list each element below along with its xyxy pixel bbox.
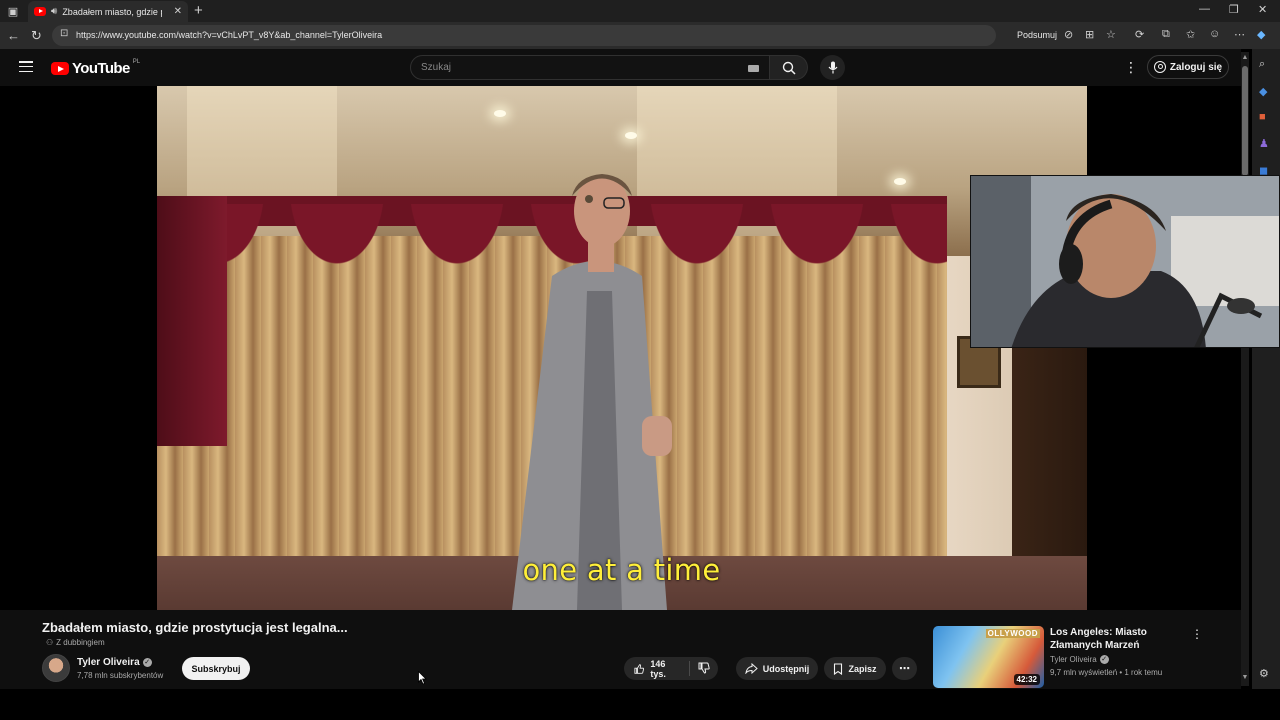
save-button[interactable]: Zapisz — [824, 657, 886, 680]
browser-tab-bar: ▣ 🔊︎ Zbadałem miasto, gdzie prostytucja … — [0, 0, 1280, 22]
sidebar-settings-icon[interactable]: ⚙ — [1259, 667, 1269, 680]
settings-menu-icon[interactable]: ⋮ — [1124, 59, 1138, 76]
url-text[interactable]: https://www.youtube.com/watch?v=vChLvPT_… — [76, 30, 382, 40]
recommended-meta: 9,7 mln wyświetleń • 1 rok temu — [1050, 668, 1163, 677]
search-button[interactable] — [770, 55, 808, 80]
youtube-logo[interactable]: YouTube PL — [51, 59, 140, 77]
tracking-icon[interactable]: ⊘ — [1064, 28, 1073, 41]
bookmark-icon — [834, 662, 843, 675]
video-title: Zbadałem miasto, gdzie prostytucja jest … — [42, 620, 348, 635]
close-tab-icon[interactable]: ✕ — [174, 6, 182, 17]
thumbs-down-icon — [698, 662, 710, 674]
dislike-button[interactable] — [690, 662, 718, 676]
address-bar[interactable]: ⊡ https://www.youtube.com/watch?v=vChLvP… — [52, 25, 996, 46]
scroll-down-icon[interactable]: ▼ — [1241, 674, 1249, 681]
video-person — [512, 174, 672, 610]
subscribe-button[interactable]: Subskrybuj — [182, 657, 250, 680]
ceiling-light — [894, 178, 906, 185]
dubbing-icon: ⚇ — [46, 638, 54, 647]
share-icon — [745, 663, 758, 674]
keyboard-icon[interactable] — [748, 65, 759, 72]
webcam-overlay — [970, 175, 1280, 348]
menu-icon[interactable] — [19, 61, 33, 72]
voice-search-button[interactable] — [820, 55, 845, 80]
recommended-menu-icon[interactable]: ⋮ — [1191, 627, 1203, 641]
dubbing-badge: ⚇ Z dubbingiem — [46, 638, 105, 647]
back-icon[interactable]: ← — [7, 28, 20, 43]
scrollbar-thumb[interactable] — [1242, 66, 1248, 176]
video-subtitle: one at a time — [522, 553, 721, 587]
youtube-favicon-icon — [34, 7, 46, 16]
verified-icon: ✓ — [142, 658, 152, 667]
more-actions-button[interactable]: ⋯ — [892, 657, 917, 680]
like-dislike-group: 146 tys. — [624, 657, 718, 680]
page-scrollbar[interactable]: ▲ ▼ — [1241, 52, 1249, 686]
verified-icon: ✓ — [1099, 655, 1109, 664]
minimize-icon[interactable]: — — [1199, 3, 1210, 15]
tab-title: Zbadałem miasto, gdzie prostytucja jest … — [62, 6, 162, 17]
share-button[interactable]: Udostępnij — [736, 657, 818, 680]
extensions-icon[interactable]: ⟳ — [1135, 28, 1144, 41]
search-input[interactable]: Szukaj — [410, 55, 770, 80]
favorite-star-icon[interactable]: ☆ — [1106, 28, 1116, 41]
close-window-icon[interactable]: ✕ — [1258, 3, 1267, 16]
apps-icon[interactable]: ⊞ — [1085, 28, 1094, 41]
recommended-title[interactable]: Los Angeles: Miasto Złamanych Marzeń — [1050, 626, 1190, 652]
favorites-icon[interactable]: ✩ — [1186, 28, 1195, 41]
bottom-bar — [0, 689, 1280, 720]
scroll-up-icon[interactable]: ▲ — [1241, 54, 1249, 61]
restore-icon[interactable]: ❐ — [1229, 3, 1239, 16]
browser-sidebar: ⌕ ◆ ■ ♟ ◼ ⚙ — [1252, 49, 1280, 689]
thumbs-up-icon — [634, 663, 645, 674]
sidebar-search-icon[interactable]: ⌕ — [1259, 58, 1265, 71]
search-placeholder: Szukaj — [421, 62, 452, 73]
new-tab-icon[interactable]: + — [194, 2, 203, 19]
recommended-thumbnail[interactable]: OLLYWOOD 42:32 — [933, 626, 1044, 688]
ceiling-light — [625, 132, 637, 139]
lock-icon: ⊡ — [60, 28, 69, 39]
video-duration: 42:32 — [1013, 674, 1040, 685]
sign-in-button[interactable]: Zaloguj się — [1147, 55, 1229, 79]
summarize-button[interactable]: Podsumuj — [1017, 30, 1057, 40]
like-count: 146 tys. — [650, 658, 666, 679]
microphone-icon — [828, 61, 837, 74]
subscriber-count: 7,78 mln subskrybentów — [77, 671, 164, 680]
refresh-icon[interactable]: ↻ — [31, 28, 42, 44]
browser-menu-icon[interactable]: ⋯ — [1234, 28, 1245, 41]
search-icon — [782, 61, 796, 75]
more-horizontal-icon: ⋯ — [899, 663, 910, 675]
copilot-icon[interactable]: ◆ — [1257, 28, 1265, 41]
profile-icon[interactable]: ☺ — [1209, 28, 1220, 40]
youtube-masthead: YouTube PL Szukaj ⋮ Zaloguj się — [0, 49, 1241, 86]
channel-name[interactable]: Tyler Oliveira ✓ — [77, 657, 152, 668]
browser-toolbar: ← ↻ ⊡ https://www.youtube.com/watch?v=vC… — [0, 22, 1280, 49]
video-frame[interactable] — [157, 86, 1087, 610]
video-details: Zbadałem miasto, gdzie prostytucja jest … — [0, 610, 1241, 689]
video-scene-door — [1012, 346, 1087, 566]
streamer-image — [971, 176, 1279, 347]
speaker-icon[interactable]: 🔊︎ — [51, 6, 57, 17]
like-button[interactable]: 146 tys. — [624, 658, 690, 679]
youtube-play-icon — [51, 62, 69, 75]
sidebar-tag-icon[interactable]: ◆ — [1259, 85, 1267, 98]
tab-actions-icon[interactable]: ▣ — [6, 4, 20, 18]
split-screen-icon[interactable]: ⧉ — [1162, 28, 1170, 41]
sidebar-people-icon[interactable]: ♟ — [1259, 137, 1269, 150]
recommended-channel[interactable]: Tyler Oliveira ✓ — [1050, 655, 1109, 664]
video-player[interactable]: one at a time — [0, 86, 1241, 610]
browser-tab-active[interactable]: 🔊︎ Zbadałem miasto, gdzie prostytucja je… — [28, 1, 188, 22]
sidebar-tools-icon[interactable]: ■ — [1259, 111, 1266, 123]
account-icon — [1153, 61, 1166, 73]
channel-avatar[interactable] — [42, 654, 70, 682]
ceiling-light — [494, 110, 506, 117]
